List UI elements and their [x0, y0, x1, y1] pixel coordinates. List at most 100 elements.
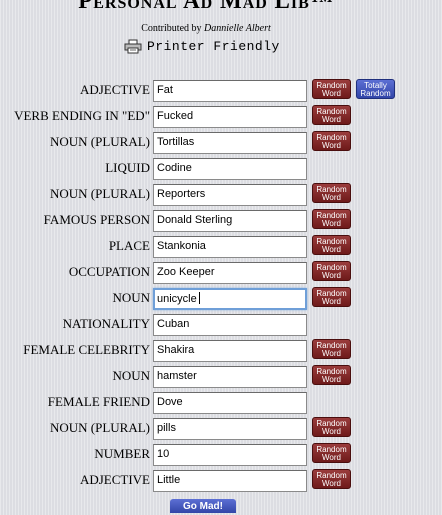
random-word-label-2: Word	[322, 115, 341, 124]
field-label: NOUN (PLURAL)	[49, 134, 150, 149]
field-row: OCCUPATION Zoo Keeper Random Word	[0, 261, 442, 285]
field-row: ADJECTIVE Little Random Word	[0, 469, 442, 493]
field-label: ADJECTIVE	[79, 472, 150, 487]
field-value: Fat	[157, 84, 173, 96]
field-row: NOUN (PLURAL) Tortillas Random Word	[0, 131, 442, 155]
credit-author: Dannielle Albert	[204, 23, 271, 34]
field-value: Fucked	[157, 110, 194, 122]
field-input[interactable]: Donald Sterling	[153, 210, 307, 232]
field-row: LIQUID Codine	[0, 157, 442, 181]
field-label: FAMOUS PERSON	[43, 212, 150, 227]
field-label: VERB ENDING IN "ED"	[14, 108, 150, 123]
field-label: NUMBER	[94, 446, 150, 461]
field-value: Little	[157, 474, 181, 486]
random-word-button[interactable]: Random Word	[312, 443, 351, 463]
random-word-button[interactable]: Random Word	[312, 417, 351, 437]
totally-random-label-2: Random	[360, 89, 391, 98]
random-word-button[interactable]: Random Word	[312, 287, 351, 307]
field-row: ADJECTIVE Fat Random Word Totally Random	[0, 79, 442, 103]
field-label: NOUN	[112, 368, 150, 383]
text-caret	[198, 292, 200, 304]
random-word-button[interactable]: Random Word	[312, 105, 351, 125]
field-row: NOUN hamster Random Word	[0, 365, 442, 389]
field-label: NOUN (PLURAL)	[49, 420, 150, 435]
field-value: Zoo Keeper	[157, 266, 215, 278]
field-label: ADJECTIVE	[79, 82, 150, 97]
field-input[interactable]: Cuban	[153, 314, 307, 336]
random-word-button[interactable]: Random Word	[312, 469, 351, 489]
field-label: PLACE	[108, 238, 150, 253]
field-label: NOUN (PLURAL)	[49, 186, 150, 201]
random-word-button[interactable]: Random Word	[312, 339, 351, 359]
field-input[interactable]: Fat	[153, 80, 307, 102]
field-label: FEMALE FRIEND	[47, 394, 150, 409]
printer-friendly-link[interactable]: Printer Friendly	[124, 38, 280, 54]
random-word-label-2: Word	[322, 245, 341, 254]
field-row: NATIONALITY Cuban	[0, 313, 442, 337]
random-word-button[interactable]: Random Word	[312, 183, 351, 203]
page-title: Personal Ad Mad Lib™	[78, 0, 334, 13]
field-label: OCCUPATION	[68, 264, 150, 279]
credit-prefix: Contributed by	[141, 23, 202, 34]
random-word-label-2: Word	[322, 349, 341, 358]
field-input[interactable]: Zoo Keeper	[153, 262, 307, 284]
field-input[interactable]: unicycle	[153, 288, 307, 310]
field-input[interactable]: Shakira	[153, 340, 307, 362]
go-mad-button[interactable]: Go Mad!	[170, 499, 236, 513]
field-value: pills	[157, 422, 176, 434]
field-label: NATIONALITY	[62, 316, 150, 331]
field-input[interactable]: Tortillas	[153, 132, 307, 154]
field-value: Donald Sterling	[157, 214, 233, 226]
random-word-label-2: Word	[322, 479, 341, 488]
random-word-button[interactable]: Random Word	[312, 79, 351, 99]
random-word-label-2: Word	[322, 453, 341, 462]
random-word-label-2: Word	[322, 375, 341, 384]
field-input[interactable]: Fucked	[153, 106, 307, 128]
field-label: NOUN	[112, 290, 150, 305]
field-input[interactable]: Codine	[153, 158, 307, 180]
random-word-label-2: Word	[322, 271, 341, 280]
printer-icon	[124, 39, 142, 53]
field-row: FEMALE FRIEND Dove	[0, 391, 442, 415]
random-word-label-2: Word	[322, 89, 341, 98]
random-word-label-2: Word	[322, 141, 341, 150]
random-word-button[interactable]: Random Word	[312, 131, 351, 151]
field-value: Stankonia	[157, 240, 206, 252]
random-word-label-2: Word	[322, 297, 341, 306]
field-value: hamster	[157, 370, 197, 382]
field-row: PLACE Stankonia Random Word	[0, 235, 442, 259]
field-row: VERB ENDING IN "ED" Fucked Random Word	[0, 105, 442, 129]
field-input[interactable]: Dove	[153, 392, 307, 414]
field-value: Tortillas	[157, 136, 195, 148]
field-input[interactable]: Little	[153, 470, 307, 492]
random-word-label-2: Word	[322, 193, 341, 202]
field-row: NUMBER 10 Random Word	[0, 443, 442, 467]
field-value: Cuban	[157, 318, 190, 330]
field-label: LIQUID	[105, 160, 150, 175]
field-label: FEMALE CELEBRITY	[23, 342, 150, 357]
random-word-label-2: Word	[322, 427, 341, 436]
field-input[interactable]: Stankonia	[153, 236, 307, 258]
field-input[interactable]: Reporters	[153, 184, 307, 206]
totally-random-button[interactable]: Totally Random	[356, 79, 395, 99]
field-input[interactable]: hamster	[153, 366, 307, 388]
random-word-button[interactable]: Random Word	[312, 365, 351, 385]
random-word-button[interactable]: Random Word	[312, 235, 351, 255]
credit-line: Contributed by Dannielle Albert	[0, 23, 412, 34]
field-row: FAMOUS PERSON Donald Sterling Random Word	[0, 209, 442, 233]
field-input[interactable]: 10	[153, 444, 307, 466]
random-word-button[interactable]: Random Word	[312, 209, 351, 229]
random-word-label-2: Word	[322, 219, 341, 228]
field-row: NOUN (PLURAL) Reporters Random Word	[0, 183, 442, 207]
field-input[interactable]: pills	[153, 418, 307, 440]
field-row: NOUN (PLURAL) pills Random Word	[0, 417, 442, 441]
field-value: unicycle	[157, 293, 197, 305]
field-value: Reporters	[157, 188, 206, 200]
field-row: NOUN unicycle Random Word	[0, 287, 442, 311]
field-value: Codine	[157, 162, 192, 174]
field-value: Shakira	[157, 344, 195, 356]
random-word-button[interactable]: Random Word	[312, 261, 351, 281]
field-value: 10	[157, 448, 170, 460]
field-value: Dove	[157, 396, 183, 408]
field-row: FEMALE CELEBRITY Shakira Random Word	[0, 339, 442, 363]
